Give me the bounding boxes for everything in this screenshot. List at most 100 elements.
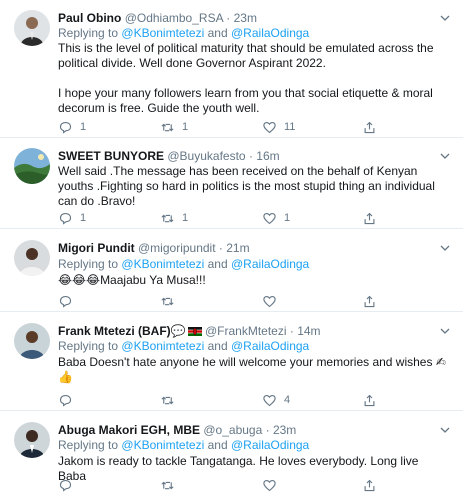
replying-to-label: Replying to — [58, 339, 119, 353]
display-name[interactable]: Frank Mtetezi (BAF) — [58, 324, 171, 338]
share-button[interactable] — [362, 391, 377, 409]
avatar[interactable] — [14, 10, 50, 46]
reply-button[interactable]: 1 — [58, 118, 86, 136]
username[interactable]: @FrankMtetezi — [205, 324, 287, 338]
display-name[interactable]: Migori Pundit — [58, 241, 135, 255]
tweet-header: Migori Pundit @migoripundit · 21m — [58, 240, 439, 256]
like-count: 4 — [284, 394, 291, 406]
timestamp[interactable]: 21m — [226, 241, 249, 255]
tweet[interactable]: Abuga Makori EGH, MBE @o_abuga · 23m Rep… — [0, 412, 463, 498]
retweet-icon — [161, 297, 174, 305]
retweet-button[interactable]: 1 — [160, 209, 188, 227]
like-button[interactable]: 11 — [262, 118, 295, 136]
replying-to: Replying to @KBonimtetezi and @RailaOdin… — [58, 438, 309, 453]
timestamp[interactable]: 23m — [273, 423, 296, 437]
share-button[interactable] — [362, 209, 377, 227]
retweet-icon — [161, 214, 174, 222]
mention-link[interactable]: @RailaOdinga — [231, 26, 309, 40]
separator-dot: · — [218, 241, 223, 255]
tweet-text: Baba Doesn't hate anyone he will welcome… — [58, 355, 446, 384]
tweet-header: SWEET BUNYORE @Buyukafesto · 16m — [58, 148, 439, 164]
retweet-button[interactable] — [160, 292, 182, 310]
retweet-icon — [161, 396, 174, 404]
chevron-down-icon[interactable] — [439, 325, 451, 337]
mention-link[interactable]: @KBonimtetezi — [121, 438, 204, 452]
replying-to: Replying to @KBonimtetezi and @RailaOdin… — [58, 339, 309, 354]
timestamp[interactable]: 14m — [297, 324, 320, 338]
tweet-actions — [58, 292, 378, 310]
username[interactable]: @Buyukafesto — [167, 149, 245, 163]
replying-to: Replying to @KBonimtetezi and @RailaOdin… — [58, 257, 309, 272]
tweet-header: Frank Mtetezi (BAF)💬 @FrankMtetezi · 14m — [58, 323, 439, 339]
mention-link[interactable]: @RailaOdinga — [231, 257, 309, 271]
tweet-text: This is the level of political maturity … — [58, 41, 434, 115]
chevron-down-icon[interactable] — [439, 12, 451, 24]
tweet-actions: 1 1 1 — [58, 209, 378, 227]
display-name[interactable]: Paul Obino — [58, 11, 121, 25]
like-count: 11 — [284, 121, 296, 133]
separator-dot: · — [248, 149, 253, 163]
share-icon — [364, 212, 375, 224]
retweet-icon — [161, 123, 174, 131]
tweet[interactable]: SWEET BUNYORE @Buyukafesto · 16m Well sa… — [0, 139, 463, 229]
replying-to-label: Replying to — [58, 257, 119, 271]
mention-link[interactable]: @KBonimtetezi — [121, 339, 204, 353]
reply-icon — [59, 479, 72, 492]
tweet[interactable]: Migori Pundit @migoripundit · 21m Replyi… — [0, 230, 463, 312]
separator-dot: · — [289, 324, 294, 338]
avatar[interactable] — [14, 240, 50, 276]
reply-button[interactable] — [58, 476, 80, 494]
share-button[interactable] — [362, 476, 377, 494]
chevron-down-icon[interactable] — [439, 242, 451, 254]
reply-count: 1 — [80, 121, 87, 133]
reply-icon — [59, 394, 72, 407]
mention-link[interactable]: @KBonimtetezi — [121, 26, 204, 40]
tweet-header: Paul Obino @Odhiambo_RSA · 23m — [58, 10, 439, 26]
avatar[interactable] — [14, 422, 50, 458]
timestamp[interactable]: 23m — [234, 11, 257, 25]
mention-link[interactable]: @RailaOdinga — [231, 339, 309, 353]
timestamp[interactable]: 16m — [256, 149, 279, 163]
like-button[interactable] — [262, 292, 284, 310]
share-button[interactable] — [362, 118, 377, 136]
avatar[interactable] — [14, 323, 50, 359]
avatar[interactable] — [14, 148, 50, 184]
username[interactable]: @migoripundit — [138, 241, 216, 255]
share-icon — [364, 394, 375, 406]
retweet-button[interactable] — [160, 391, 182, 409]
chevron-down-icon[interactable] — [439, 150, 451, 162]
retweet-count: 1 — [182, 121, 189, 133]
replying-to-and: and — [207, 257, 228, 271]
share-button[interactable] — [362, 292, 377, 310]
username[interactable]: @Odhiambo_RSA — [125, 11, 223, 25]
reply-count: 1 — [80, 212, 87, 224]
mention-link[interactable]: @KBonimtetezi — [121, 257, 204, 271]
display-name[interactable]: Abuga Makori EGH, MBE — [58, 423, 200, 437]
kenya-flag-icon — [187, 327, 202, 336]
retweet-button[interactable] — [160, 476, 182, 494]
tweet[interactable]: Paul Obino @Odhiambo_RSA · 23m Replying … — [0, 0, 463, 138]
reply-button[interactable] — [58, 391, 80, 409]
reply-icon — [59, 295, 72, 308]
retweet-count: 1 — [182, 212, 189, 224]
reply-button[interactable] — [58, 292, 80, 310]
reply-icon — [59, 121, 72, 134]
like-button[interactable] — [262, 476, 284, 494]
chevron-down-icon[interactable] — [439, 424, 451, 436]
share-icon — [364, 479, 375, 491]
display-name[interactable]: SWEET BUNYORE — [58, 149, 164, 163]
like-button[interactable]: 1 — [262, 209, 290, 227]
separator-dot: · — [265, 423, 270, 437]
reply-button[interactable]: 1 — [58, 209, 86, 227]
tweet-actions: 1 1 11 — [58, 118, 378, 136]
tweet[interactable]: Frank Mtetezi (BAF)💬 @FrankMtetezi · 14m… — [0, 313, 463, 411]
username[interactable]: @o_abuga — [203, 423, 262, 437]
replying-to-and: and — [207, 26, 228, 40]
speech-bubble-emoji: 💬 — [170, 324, 186, 338]
tweet-header: Abuga Makori EGH, MBE @o_abuga · 23m — [58, 422, 439, 438]
tweet-text: Well said .The message has been received… — [58, 164, 435, 208]
reply-icon — [59, 212, 72, 225]
like-button[interactable]: 4 — [262, 391, 290, 409]
mention-link[interactable]: @RailaOdinga — [231, 438, 309, 452]
retweet-button[interactable]: 1 — [160, 118, 188, 136]
